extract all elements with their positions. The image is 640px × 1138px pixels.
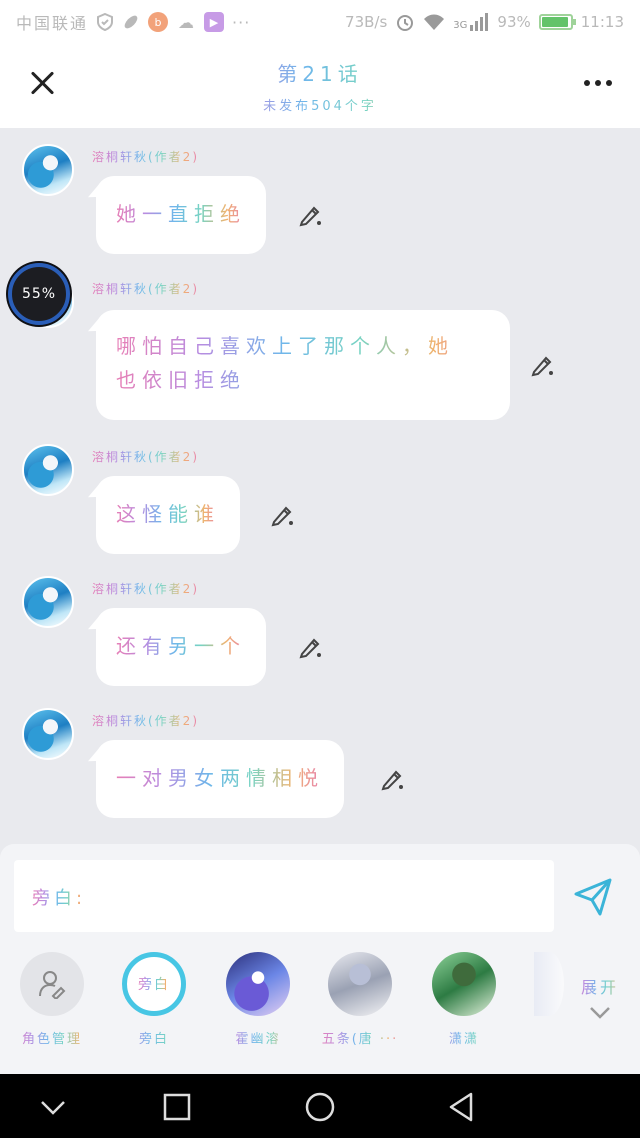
recent-apps-icon[interactable] [160, 1090, 194, 1124]
battery-percent: 93% [497, 13, 531, 31]
message-text-line-1: 哪怕自己喜欢上了那个人，她 [116, 329, 490, 363]
shield-icon [97, 13, 114, 31]
message-input[interactable]: 旁白: [14, 860, 554, 932]
message-text: 这怪能谁 [116, 502, 220, 526]
expand-button[interactable]: 展开 [572, 974, 628, 1024]
author-avatar[interactable] [22, 144, 74, 196]
person-edit-icon [20, 952, 84, 1016]
character-avatar [226, 952, 290, 1016]
edit-icon[interactable] [380, 766, 406, 792]
role-selector: 角色管理 旁白 旁白 霍幽溶 五条(唐 ··· 潇潇 展开 [0, 952, 640, 1062]
message-text: 她一直拒绝 [116, 202, 246, 226]
edit-icon[interactable] [270, 502, 296, 528]
more-options-icon[interactable] [584, 80, 612, 86]
message-text-line-2: 也依旧拒绝 [116, 363, 490, 397]
composer-panel: 旁白: 角色管理 旁白 旁白 霍幽溶 五条(唐 ··· 潇潇 展开 [0, 844, 640, 1074]
author-avatar[interactable] [22, 444, 74, 496]
character-avatar [328, 952, 392, 1016]
wifi-icon [424, 14, 445, 30]
edit-icon[interactable] [298, 634, 324, 660]
home-icon[interactable] [303, 1090, 337, 1124]
back-icon[interactable] [444, 1090, 478, 1124]
app-badge-icon: b [148, 12, 169, 32]
role-label: 霍幽溶 [218, 1028, 298, 1047]
role-label: 五条(唐 ··· [320, 1028, 400, 1047]
role-character-partial[interactable] [534, 952, 564, 1016]
role-character[interactable]: 潇潇 [424, 952, 504, 1047]
clock: 11:13 [580, 13, 624, 31]
character-avatar [432, 952, 496, 1016]
status-bar: 中国联通 b ☁ ▶ ··· 73B/s 3G 93% 11:13 [0, 0, 640, 44]
floating-progress-ring[interactable]: 55% [8, 263, 70, 325]
role-label: 潇潇 [424, 1028, 504, 1047]
author-name: 溶桐轩秋(作者2) [92, 282, 199, 296]
chevron-down-icon [590, 1007, 610, 1019]
net-speed: 73B/s [345, 13, 388, 31]
chevron-down-icon[interactable] [36, 1090, 70, 1124]
send-icon[interactable] [572, 876, 614, 918]
role-label: 旁白 [114, 1028, 194, 1047]
author-name: 溶桐轩秋(作者2) [92, 582, 199, 596]
message-bubble[interactable]: 她一直拒绝 [96, 176, 266, 254]
close-icon[interactable] [28, 68, 58, 98]
edit-icon[interactable] [298, 202, 324, 228]
signal-icon [470, 13, 489, 31]
message-text: 还有另一个 [116, 634, 246, 658]
alarm-icon [397, 15, 414, 31]
input-value: 旁白: [32, 888, 87, 909]
author-name: 溶桐轩秋(作者2) [92, 450, 199, 464]
role-label: 角色管理 [12, 1028, 92, 1047]
progress-label: 55% [21, 286, 57, 302]
role-character[interactable]: 霍幽溶 [218, 952, 298, 1047]
message-bubble[interactable]: 一对男女两情相悦 [96, 740, 344, 818]
cloud-icon: ☁ [178, 12, 195, 32]
word-count-subtitle: 未发布504个字 [170, 95, 470, 114]
role-narrator[interactable]: 旁白 旁白 [114, 952, 194, 1047]
more-notifications-icon: ··· [232, 12, 251, 32]
chapter-header: 第21话 未发布504个字 [0, 44, 640, 128]
battery-icon [538, 14, 576, 30]
edit-icon[interactable] [530, 352, 556, 378]
message-bubble[interactable]: 还有另一个 [96, 608, 266, 686]
narrator-circle-text: 旁白 [138, 974, 170, 994]
message-bubble[interactable]: 哪怕自己喜欢上了那个人，她 也依旧拒绝 [96, 310, 510, 420]
title-block: 第21话 未发布504个字 [170, 58, 470, 114]
system-navigation-bar [0, 1074, 640, 1138]
author-name: 溶桐轩秋(作者2) [92, 150, 199, 164]
author-avatar[interactable] [22, 708, 74, 760]
message-bubble[interactable]: 这怪能谁 [96, 476, 240, 554]
carrier-label: 中国联通 [16, 14, 89, 33]
expand-label: 展开 [572, 974, 628, 998]
video-app-icon: ▶ [204, 12, 225, 32]
message-text: 一对男女两情相悦 [116, 766, 324, 790]
role-management[interactable]: 角色管理 [12, 952, 92, 1047]
network-type: 3G [453, 20, 468, 31]
rocket-icon [124, 15, 138, 29]
author-name: 溶桐轩秋(作者2) [92, 714, 199, 728]
chapter-title: 第21话 [170, 58, 470, 87]
role-character[interactable]: 五条(唐 ··· [320, 952, 400, 1047]
message-list[interactable]: 溶桐轩秋(作者2) 她一直拒绝 溶桐轩秋(作者2) 哪怕自己喜欢上了那个人，她 … [0, 128, 640, 844]
character-avatar [534, 952, 564, 1016]
author-avatar[interactable] [22, 576, 74, 628]
